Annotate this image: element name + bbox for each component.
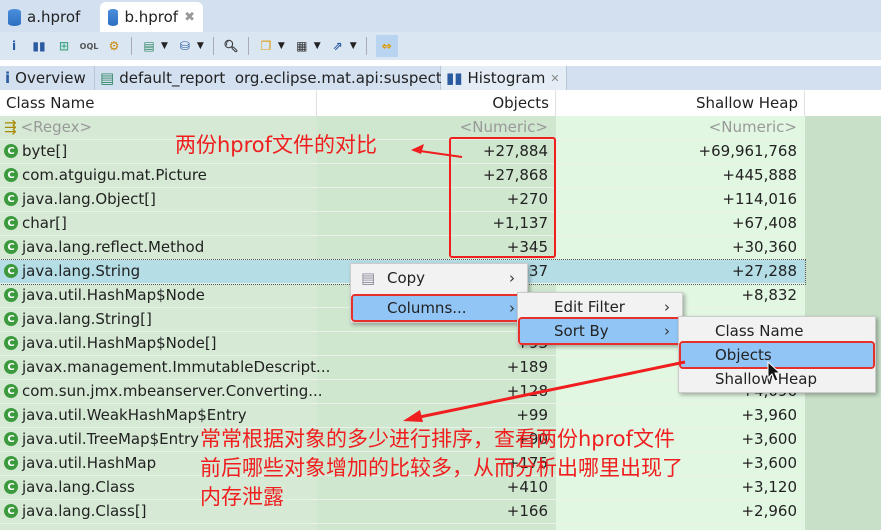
arrow-head <box>411 144 424 154</box>
annotation-top: 两份hprof文件的对比 <box>175 133 378 157</box>
arrow-head <box>403 410 423 422</box>
annotation-bottom: 常常根据对象的多少进行排序，查看两份hprof文件 前后哪些对象增加的比较多，从… <box>200 425 683 512</box>
arrow-line <box>409 360 686 421</box>
annotation-line: 前后哪些对象增加的比较多，从而分析出哪里出现了 <box>200 456 683 480</box>
mouse-cursor-icon <box>767 360 782 382</box>
annotation-line: 内存泄露 <box>200 485 284 509</box>
annotation-line: 常常根据对象的多少进行排序，查看两份hprof文件 <box>200 427 676 451</box>
